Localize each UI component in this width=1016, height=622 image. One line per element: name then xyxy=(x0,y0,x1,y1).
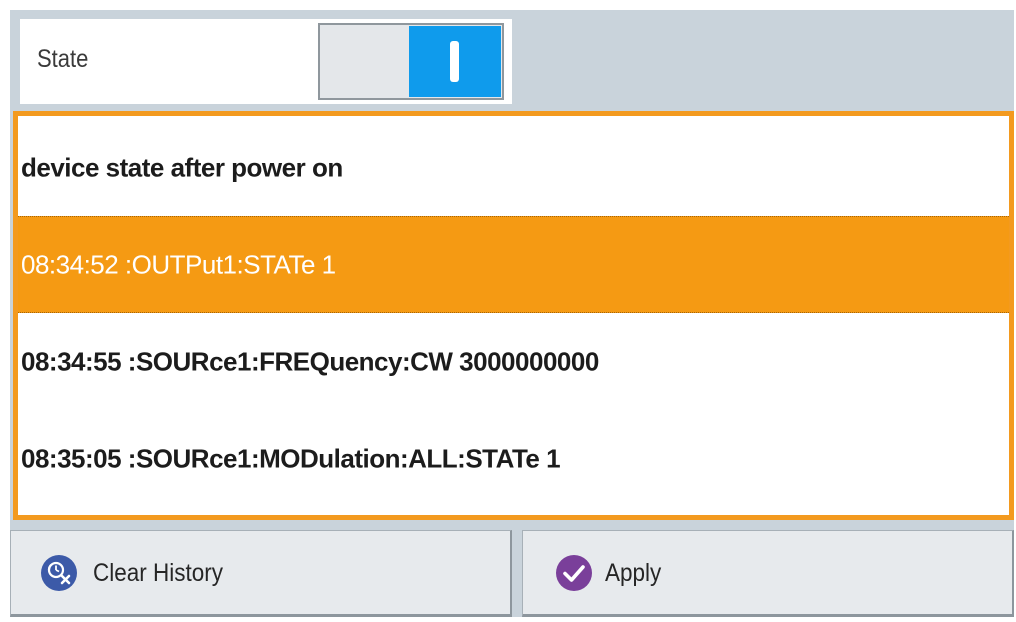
history-list[interactable]: device state after power on 08:34:52 :OU… xyxy=(13,111,1014,520)
clear-history-button[interactable]: Clear History xyxy=(10,530,512,617)
history-row-power-on[interactable]: device state after power on xyxy=(18,119,1009,216)
state-label: State xyxy=(37,45,89,73)
toggle-on-indicator xyxy=(409,26,501,97)
apply-label: Apply xyxy=(605,559,662,587)
checkmark-icon xyxy=(556,555,592,591)
sequence-history-dialog: State device state after power on 08:34:… xyxy=(10,10,1014,617)
history-row[interactable]: 08:35:05 :SOURce1:MODulation:ALL:STATe 1 xyxy=(18,410,1009,507)
state-toggle[interactable] xyxy=(318,23,504,100)
history-row-text: 08:34:55 :SOURce1:FREQuency:CW 300000000… xyxy=(21,346,599,376)
history-row-text: device state after power on xyxy=(21,152,343,182)
state-panel: State xyxy=(20,19,512,104)
clear-history-icon xyxy=(41,555,77,591)
history-row-text: 08:35:05 :SOURce1:MODulation:ALL:STATe 1 xyxy=(21,443,561,473)
history-row-text: 08:34:52 :OUTPut1:STATe 1 xyxy=(21,249,336,279)
history-row[interactable]: 08:34:55 :SOURce1:FREQuency:CW 300000000… xyxy=(18,313,1009,410)
history-row-selected[interactable]: 08:34:52 :OUTPut1:STATe 1 xyxy=(18,216,1009,313)
toggle-on-icon xyxy=(450,41,459,82)
clear-history-label: Clear History xyxy=(93,559,224,587)
apply-button[interactable]: Apply xyxy=(522,530,1014,617)
